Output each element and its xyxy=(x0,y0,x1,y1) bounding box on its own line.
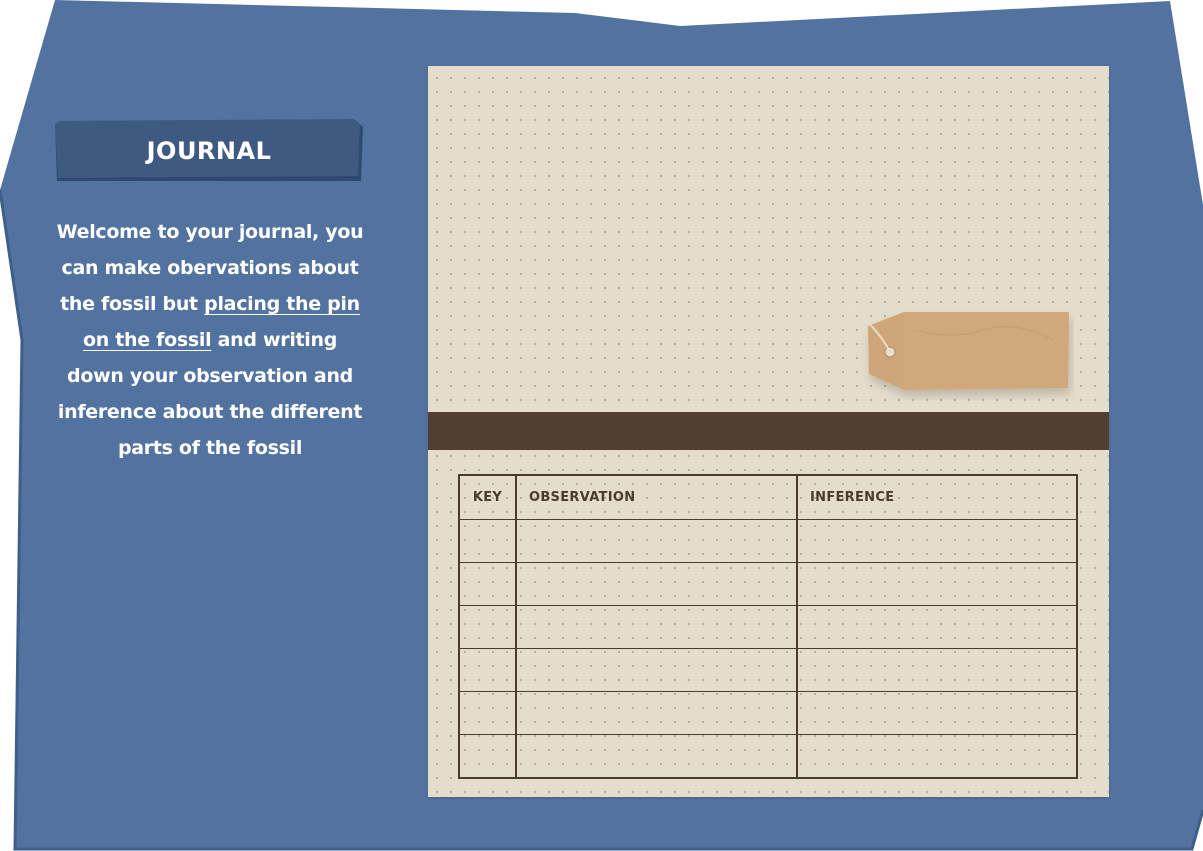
key-cell[interactable] xyxy=(458,648,517,692)
journal-title-tab: JOURNAL xyxy=(55,119,363,183)
observation-cell[interactable] xyxy=(515,734,798,779)
table-header-row: KEY OBSERVATION INFERENCE xyxy=(458,474,1078,520)
table-row xyxy=(458,734,1078,779)
key-cell[interactable] xyxy=(458,605,517,649)
column-header-inference: INFERENCE xyxy=(796,474,1078,520)
table-row xyxy=(458,691,1078,735)
table-row xyxy=(458,605,1078,649)
observation-cell[interactable] xyxy=(515,519,798,563)
observation-cell[interactable] xyxy=(515,605,798,649)
key-cell[interactable] xyxy=(458,734,517,779)
inference-cell[interactable] xyxy=(796,519,1078,563)
column-header-key: KEY xyxy=(458,474,517,520)
journal-page: KEY OBSERVATION INFERENCE xyxy=(428,66,1109,797)
key-cell[interactable] xyxy=(458,562,517,606)
inference-cell[interactable] xyxy=(796,691,1078,735)
journal-title: JOURNAL xyxy=(146,137,272,165)
table-row xyxy=(458,519,1078,563)
inference-cell[interactable] xyxy=(796,562,1078,606)
journal-table: KEY OBSERVATION INFERENCE xyxy=(458,474,1078,779)
observation-cell[interactable] xyxy=(515,648,798,692)
key-cell[interactable] xyxy=(458,519,517,563)
table-row xyxy=(458,648,1078,692)
key-cell[interactable] xyxy=(458,691,517,735)
journal-divider xyxy=(428,412,1109,450)
observation-cell[interactable] xyxy=(515,691,798,735)
column-header-observation: OBSERVATION xyxy=(515,474,798,520)
observation-cell[interactable] xyxy=(515,562,798,606)
inference-cell[interactable] xyxy=(796,648,1078,692)
inference-cell[interactable] xyxy=(796,605,1078,649)
paper-tag-icon xyxy=(850,306,1069,390)
table-row xyxy=(458,562,1078,606)
inference-cell[interactable] xyxy=(796,734,1078,779)
journal-intro: Welcome to your journal, you can make ob… xyxy=(55,214,365,466)
